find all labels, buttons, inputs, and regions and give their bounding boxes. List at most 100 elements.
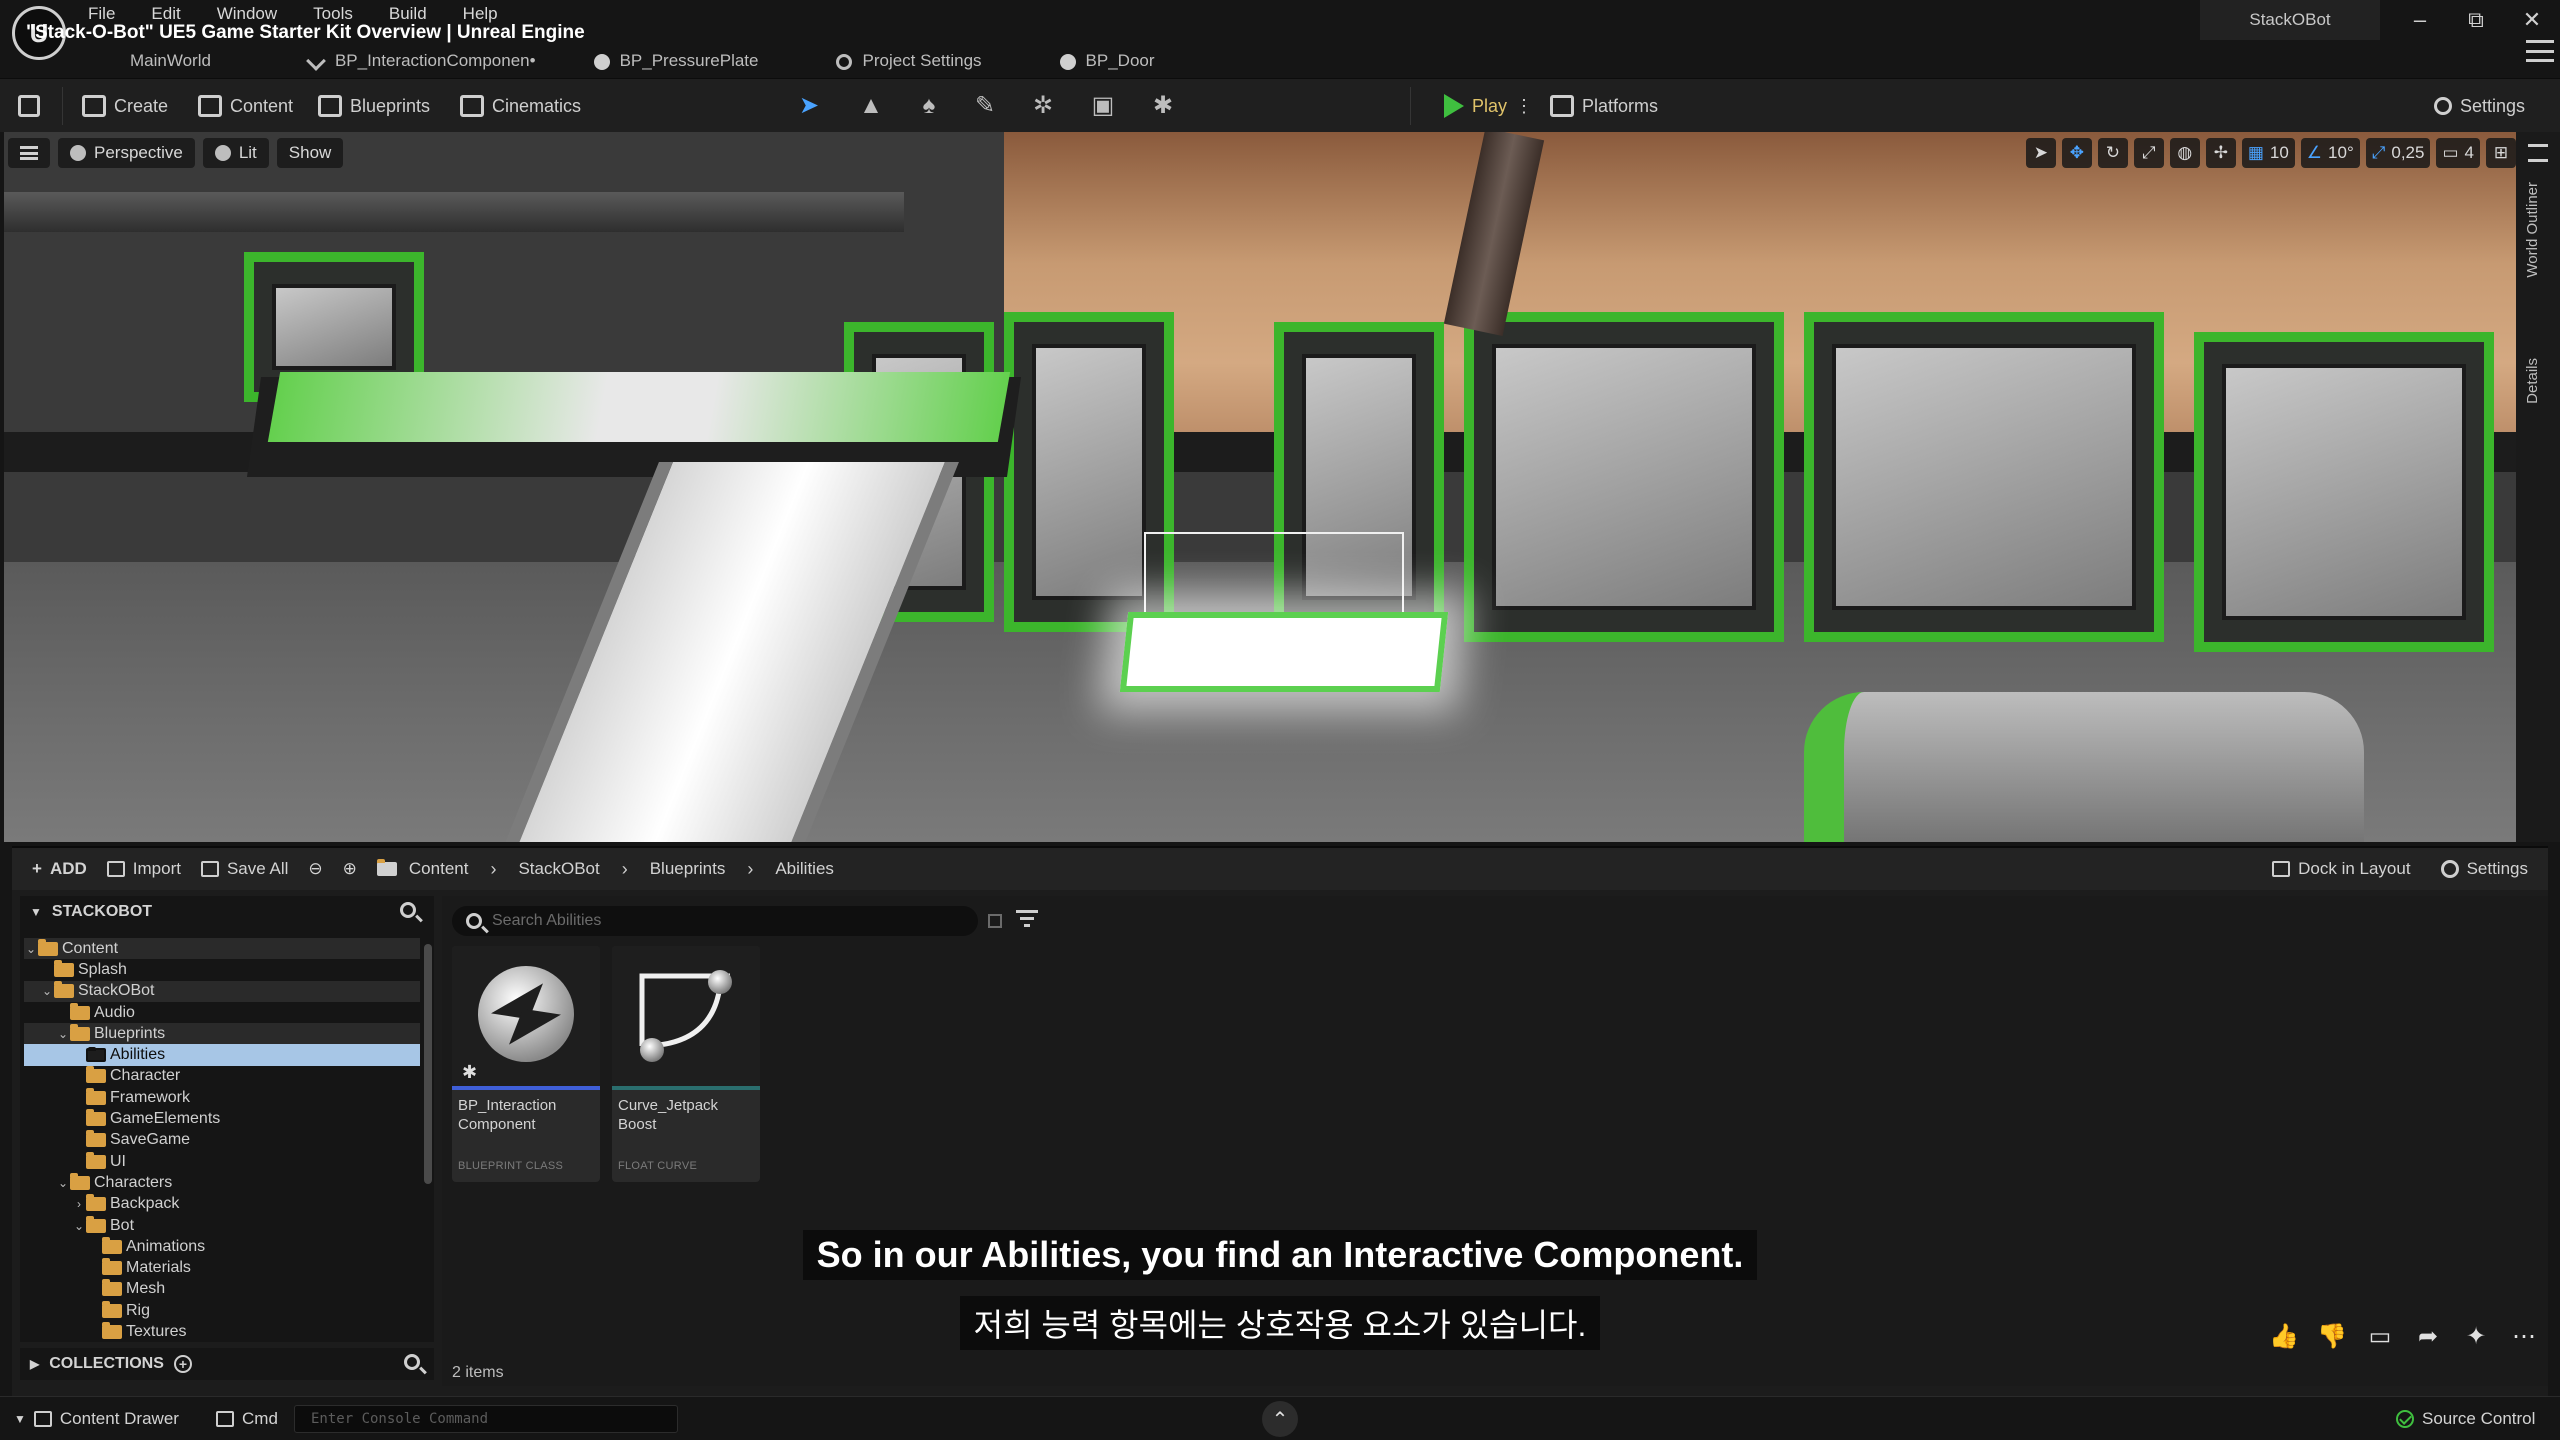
asset-search-box[interactable] — [452, 906, 978, 936]
level-viewport[interactable]: Perspective Lit Show ➤ ✥ ↻ ⤢ ◍ ✢ ▦ 10 ∠ … — [4, 132, 2516, 842]
cmd-button[interactable]: Cmd — [216, 1397, 278, 1440]
thumbs-up-icon[interactable]: 👍 — [2269, 1322, 2299, 1350]
history-forward-button[interactable]: ⊕ — [333, 853, 367, 885]
console-command-input[interactable] — [294, 1405, 678, 1433]
lit-button[interactable]: Lit — [202, 138, 269, 168]
world-local-toggle[interactable]: ◍ — [2169, 138, 2200, 168]
tree-item[interactable]: ⌄ Content — [24, 938, 420, 960]
comment-icon[interactable]: ▭ — [2366, 1322, 2394, 1350]
tree-item[interactable]: ⌄ StackOBot — [24, 980, 420, 1002]
asset-tile-curve-jetpack-boost[interactable]: Curve_Jetpack Boost FLOAT CURVE — [612, 946, 760, 1182]
tab-bp-door[interactable]: BP_Door — [1046, 44, 1179, 78]
foliage-mode-icon[interactable]: ♠ — [916, 93, 942, 119]
restore-button[interactable]: ⧉ — [2448, 0, 2504, 40]
rotate-tool[interactable]: ↻ — [2097, 138, 2128, 168]
platforms-button[interactable]: Platforms — [1550, 79, 1658, 133]
grid-snap-button[interactable]: ▦ 10 — [2241, 138, 2295, 168]
perspective-button[interactable]: Perspective — [58, 138, 195, 168]
tree-item[interactable]: Framework — [24, 1087, 420, 1108]
collections-header[interactable]: ▶ COLLECTIONS + — [20, 1348, 434, 1380]
create-button[interactable]: Create — [82, 79, 168, 133]
source-control-button[interactable]: Source Control — [2396, 1397, 2535, 1440]
sparkle-icon[interactable]: ✦ — [2462, 1322, 2490, 1350]
save-all-button[interactable]: Save All — [191, 853, 298, 885]
chevron-right-icon[interactable]: › — [476, 859, 510, 880]
tree-item[interactable]: Character — [24, 1066, 420, 1087]
tree-item[interactable]: ⌄ Blueprints — [24, 1023, 420, 1045]
tree-item[interactable]: SaveGame — [24, 1130, 420, 1151]
more-icon[interactable]: ⋯ — [2510, 1322, 2538, 1350]
mesh-paint-mode-icon[interactable]: ✎ — [972, 93, 998, 119]
outliner-icon[interactable] — [2528, 144, 2548, 162]
play-button[interactable]: Play ⋮ — [1444, 79, 1533, 133]
tree-item[interactable]: UI — [24, 1151, 420, 1172]
chevron-down-icon[interactable]: ⌄ — [24, 942, 38, 956]
breadcrumb-blueprints[interactable]: Blueprints — [650, 859, 726, 879]
close-button[interactable]: ✕ — [2504, 0, 2560, 40]
play-options-icon[interactable]: ⋮ — [1515, 96, 1533, 117]
save-search-icon[interactable] — [988, 914, 1002, 928]
tree-search-button[interactable] — [400, 902, 420, 922]
minimize-button[interactable]: – — [2392, 0, 2448, 40]
landscape-mode-icon[interactable]: ▲ — [858, 93, 884, 119]
chevron-down-icon[interactable]: ⌄ — [56, 1027, 70, 1041]
tab-mainworld[interactable]: MainWorld — [120, 44, 235, 78]
chevron-up-icon[interactable]: ⌃ — [1262, 1401, 1298, 1437]
import-button[interactable]: Import — [97, 853, 191, 885]
chevron-down-icon[interactable]: ⌄ — [56, 1176, 70, 1190]
fracture-mode-icon[interactable]: ✲ — [1030, 93, 1056, 119]
asset-tile-bp-interaction-component[interactable]: ✱ BP_Interaction Component BLUEPRINT CLA… — [452, 946, 600, 1182]
breadcrumb-content[interactable]: Content — [409, 859, 469, 879]
drawer-settings-button[interactable]: Settings — [2431, 853, 2538, 885]
scale-tool[interactable]: ⤢ — [2133, 138, 2164, 168]
surface-snap-toggle[interactable]: ✢ — [2205, 138, 2236, 168]
pressure-plate[interactable] — [1119, 612, 1449, 692]
chevron-right-icon[interactable]: › — [608, 859, 642, 880]
viewport-options-button[interactable] — [8, 138, 50, 168]
tree-item[interactable]: Audio — [24, 1002, 420, 1023]
tree-header[interactable]: ▼ STACKOBOT — [20, 896, 434, 928]
tree-item[interactable]: ⌄ Characters — [24, 1172, 420, 1193]
menu-window[interactable]: Window — [217, 4, 277, 24]
menu-file[interactable]: File — [88, 4, 115, 24]
modeling-mode-icon[interactable]: ▣ — [1090, 93, 1116, 119]
breadcrumb-abilities[interactable]: Abilities — [775, 859, 834, 879]
tab-details[interactable]: Details — [2524, 358, 2541, 404]
save-current-button[interactable] — [18, 79, 40, 133]
tab-world-outliner[interactable]: World Outliner — [2524, 182, 2541, 278]
menu-hamburger-icon[interactable] — [2526, 40, 2554, 62]
translate-tool[interactable]: ✥ — [2061, 138, 2092, 168]
menu-edit[interactable]: Edit — [151, 4, 180, 24]
menu-tools[interactable]: Tools — [313, 4, 353, 24]
tree-item[interactable]: GameElements — [24, 1108, 420, 1129]
breadcrumb-stackobot[interactable]: StackOBot — [518, 859, 599, 879]
collections-search-button[interactable] — [404, 1354, 420, 1375]
settings-button[interactable]: Settings — [2434, 79, 2525, 133]
scale-snap-button[interactable]: ⤢ 0,25 — [2365, 138, 2431, 168]
tree-item[interactable]: Abilities — [24, 1044, 420, 1066]
dock-in-layout-button[interactable]: Dock in Layout — [2262, 853, 2420, 885]
animation-mode-icon[interactable]: ✱ — [1150, 93, 1176, 119]
add-collection-icon[interactable]: + — [173, 1355, 192, 1373]
tree-scrollbar[interactable] — [424, 944, 432, 1184]
cinematics-button[interactable]: Cinematics — [460, 79, 581, 133]
share-icon[interactable]: ➦ — [2414, 1322, 2442, 1350]
add-button[interactable]: + ADD — [22, 853, 97, 885]
thumbs-down-icon[interactable]: 👎 — [2317, 1322, 2347, 1350]
tab-bp-interaction-component[interactable]: BP_InteractionComponen• — [295, 44, 560, 78]
history-back-button[interactable]: ⊖ — [298, 853, 332, 885]
select-mode-icon[interactable]: ➤ — [796, 93, 822, 119]
blueprints-button[interactable]: Blueprints — [318, 79, 430, 133]
menu-build[interactable]: Build — [389, 4, 427, 24]
chevron-down-icon[interactable]: ⌄ — [40, 984, 54, 998]
tab-bp-pressureplate[interactable]: BP_PressurePlate — [580, 44, 783, 78]
camera-speed-button[interactable]: ▭ 4 — [2436, 138, 2480, 168]
tree-item[interactable]: Splash — [24, 959, 420, 980]
menu-help[interactable]: Help — [463, 4, 498, 24]
maximize-viewport-button[interactable]: ⊞ — [2486, 138, 2516, 168]
select-tool[interactable]: ➤ — [2025, 138, 2056, 168]
asset-search-input[interactable] — [492, 912, 952, 930]
content-button[interactable]: Content — [198, 79, 293, 133]
rotation-snap-button[interactable]: ∠ 10° — [2300, 138, 2360, 168]
chevron-right-icon[interactable]: › — [733, 859, 767, 880]
